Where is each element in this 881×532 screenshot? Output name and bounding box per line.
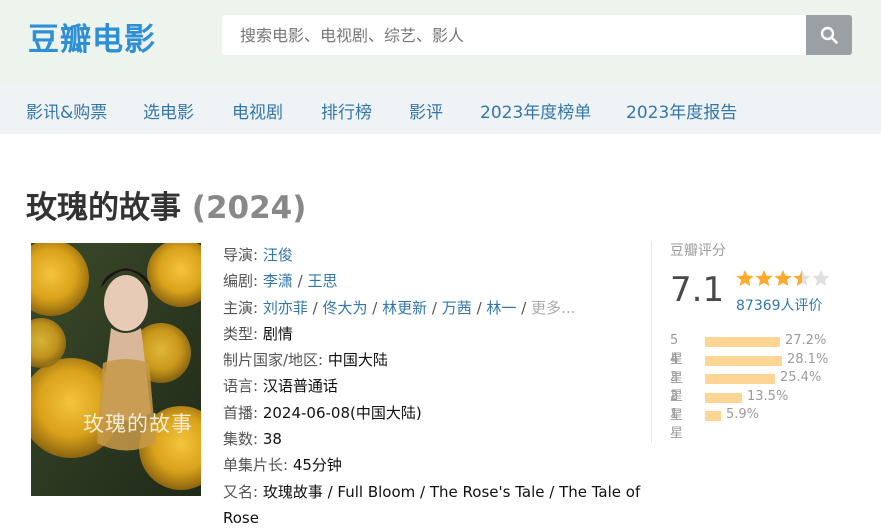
rating-dist-percent: 13.5% bbox=[747, 388, 789, 404]
main-nav: 影讯&购票 选电影 电视剧 排行榜 影评 2023年度榜单 2023年度报告 bbox=[0, 84, 881, 134]
rating-dist-percent: 25.4% bbox=[780, 370, 822, 385]
info-country: 制片国家/地区: 中国大陆 bbox=[223, 351, 388, 370]
rating-dist-bar bbox=[705, 337, 780, 347]
nav-2023-report[interactable]: 2023年度报告 bbox=[626, 98, 737, 123]
info-writers: 编剧: 李潇 / 王思 bbox=[223, 272, 338, 291]
genre-value: 剧情 bbox=[262, 324, 293, 343]
info-runtime: 单集片长: 45分钟 bbox=[223, 456, 342, 475]
search-input[interactable] bbox=[222, 15, 806, 55]
rating-dist-percent: 5.9% bbox=[726, 407, 760, 422]
movie-year: (2024) bbox=[191, 190, 307, 226]
premiere-value: 2024-06-08(中国大陆) bbox=[262, 403, 422, 422]
cast-link[interactable]: 佟大为 bbox=[322, 299, 367, 317]
star-icon bbox=[736, 270, 754, 286]
star-icon bbox=[755, 270, 773, 286]
douban-movie-logo[interactable]: 豆瓣电影 bbox=[28, 14, 156, 59]
cast-link[interactable]: 林一 bbox=[486, 299, 516, 317]
nav-reviews[interactable]: 影评 bbox=[409, 98, 443, 123]
search-button[interactable] bbox=[806, 15, 852, 55]
star-icon bbox=[812, 270, 830, 286]
nav-tickets[interactable]: 影讯&购票 bbox=[26, 98, 107, 123]
rating-dist-label: 1星 bbox=[670, 407, 684, 441]
poster-title-text: 玫瑰的故事 bbox=[83, 412, 193, 436]
writer-link[interactable]: 王思 bbox=[307, 272, 337, 290]
country-value: 中国大陆 bbox=[327, 351, 388, 370]
info-aka: 又名: 玫瑰故事 / Full Bloom / The Rose's Tale … bbox=[223, 482, 641, 527]
info-premiere: 首播: 2024-06-08(中国大陆) bbox=[223, 403, 422, 422]
nav-tv[interactable]: 电视剧 bbox=[232, 98, 283, 123]
nav-movies[interactable]: 选电影 bbox=[143, 98, 194, 123]
info-director: 导演: 汪俊 bbox=[223, 246, 293, 264]
cast-link[interactable]: 万茜 bbox=[442, 299, 472, 317]
rating-dist-bar bbox=[705, 392, 742, 403]
episodes-value: 38 bbox=[262, 430, 282, 449]
rating-dist-percent: 28.1% bbox=[787, 351, 829, 367]
top-bar: 豆瓣电影 bbox=[0, 0, 881, 84]
info-cast: 主演: 刘亦菲 / 佟大为 / 林更新 / 万茜 / 林一 / 更多... bbox=[223, 298, 576, 317]
rating-score: 7.1 bbox=[670, 270, 725, 310]
rating-dist-bar bbox=[705, 411, 721, 421]
runtime-value: 45分钟 bbox=[292, 456, 342, 475]
search-bar bbox=[222, 15, 852, 55]
cast-more-link[interactable]: 更多... bbox=[531, 299, 575, 317]
movie-title: 玫瑰的故事 bbox=[26, 190, 181, 226]
star-icon bbox=[793, 270, 811, 286]
aka-value: 玫瑰故事 / Full Bloom / The Rose's Tale / Th… bbox=[223, 482, 641, 527]
cast-link[interactable]: 林更新 bbox=[382, 299, 427, 317]
rating-dist-percent: 27.2% bbox=[785, 333, 827, 348]
movie-info: 导演: 汪俊 编剧: 李潇 / 王思 主演: 刘亦菲 / 佟大为 / 林更新 /… bbox=[223, 242, 643, 531]
divider bbox=[651, 241, 652, 443]
rating-stars bbox=[736, 270, 830, 286]
search-icon bbox=[820, 26, 838, 44]
poster-illustration bbox=[31, 243, 201, 496]
star-icon bbox=[774, 270, 792, 286]
language-value: 汉语普通话 bbox=[262, 377, 338, 396]
rating-label: 豆瓣评分 bbox=[670, 243, 726, 259]
writer-link[interactable]: 李潇 bbox=[263, 272, 293, 290]
info-language: 语言: 汉语普通话 bbox=[223, 377, 338, 396]
director-link[interactable]: 汪俊 bbox=[263, 246, 293, 264]
rating-votes-link[interactable]: 87369人评价 bbox=[736, 295, 823, 315]
cast-link[interactable]: 刘亦菲 bbox=[263, 299, 308, 317]
rating-dist-bar bbox=[705, 355, 782, 366]
rating-dist-bar bbox=[705, 374, 775, 384]
page-title: 玫瑰的故事 (2024) bbox=[26, 182, 306, 227]
info-episodes: 集数: 38 bbox=[223, 430, 282, 449]
nav-2023-list[interactable]: 2023年度榜单 bbox=[480, 98, 591, 123]
poster-image[interactable]: 玫瑰的故事 bbox=[31, 243, 201, 496]
info-genre: 类型: 剧情 bbox=[223, 324, 293, 343]
nav-charts[interactable]: 排行榜 bbox=[321, 98, 372, 123]
